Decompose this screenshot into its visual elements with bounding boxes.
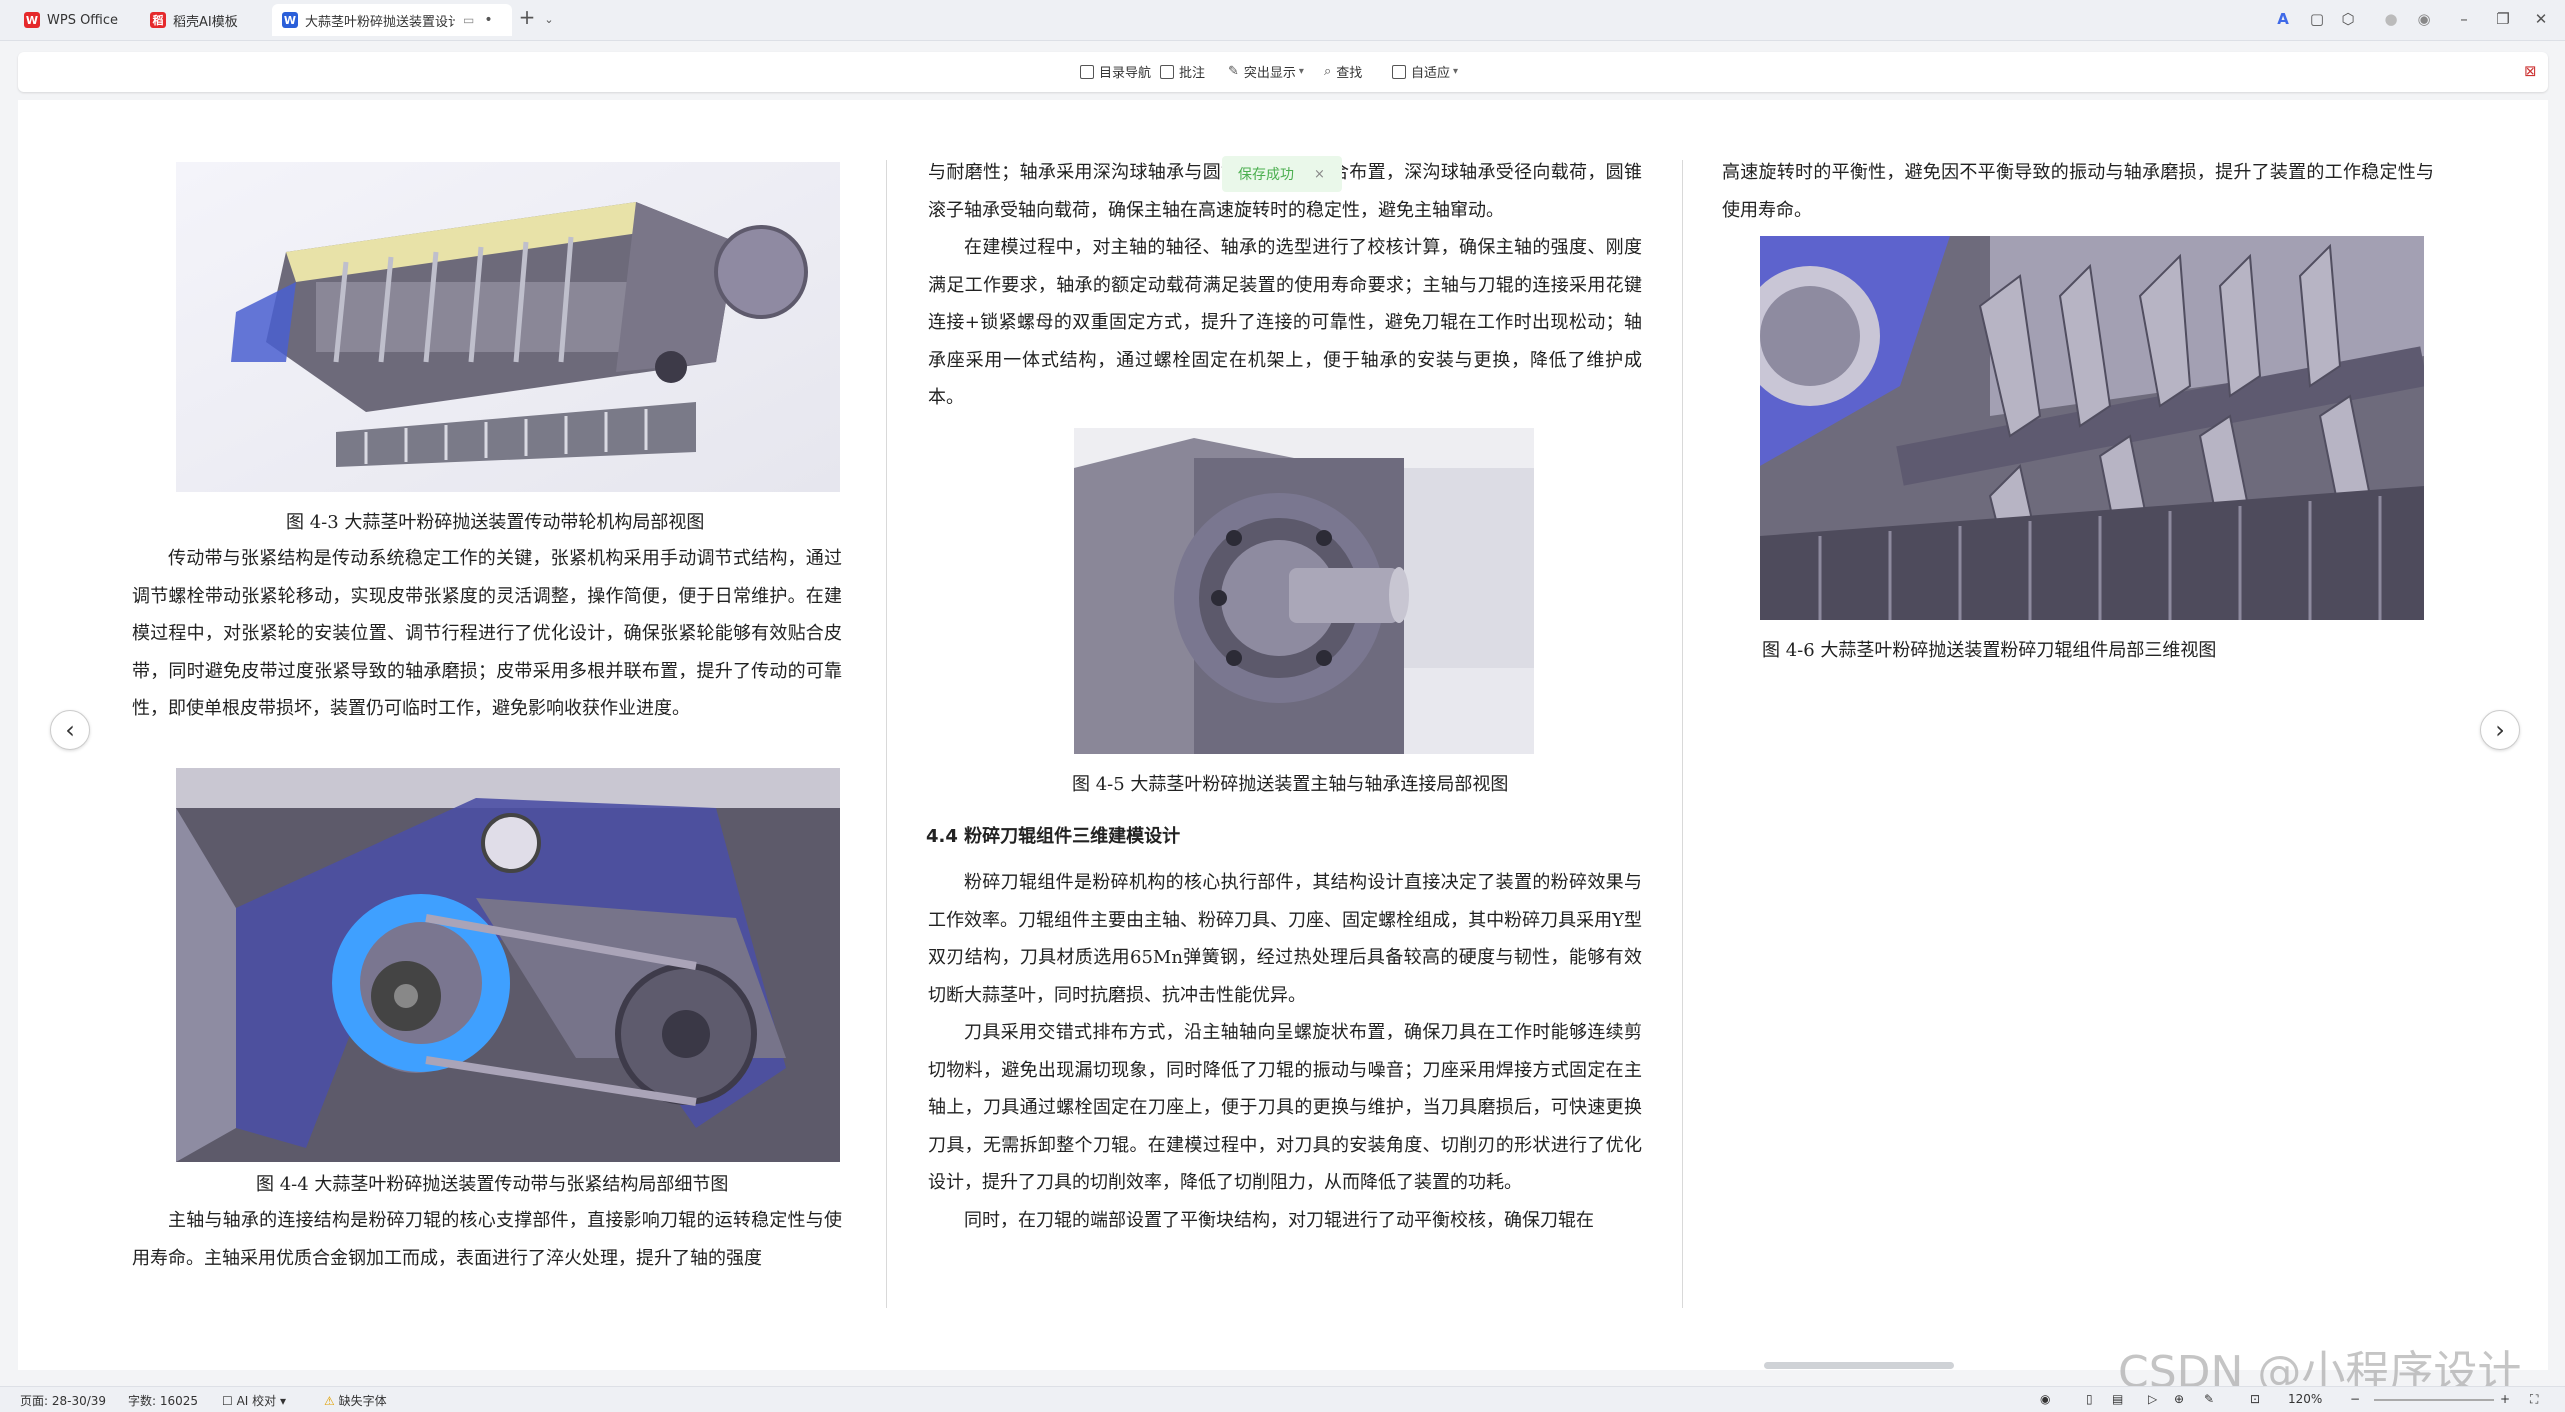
status-bar: 页面: 28-30/39 字数: 16025 ☐ AI 校对 ▾ ⚠ 缺失字体 … xyxy=(0,1386,2565,1412)
close-window-icon[interactable]: ✕ xyxy=(2530,10,2552,28)
close-tab-icon[interactable]: • xyxy=(484,12,492,28)
page-divider xyxy=(1682,160,1683,1308)
cube-icon[interactable]: ⬡ xyxy=(2337,10,2359,28)
paragraph: 传动带与张紧结构是传动系统稳定工作的关键，张紧机构采用手动调节式结构，通过调节螺… xyxy=(132,548,842,719)
chevron-down-icon: ▾ xyxy=(1453,66,1459,77)
chevron-left-icon: ‹ xyxy=(65,716,75,744)
figure-4-3-image xyxy=(176,162,840,492)
missing-font-label: 缺失字体 xyxy=(338,1394,387,1408)
fit-page-icon[interactable]: ⊡ xyxy=(2250,1392,2260,1406)
horizontal-scrollbar[interactable] xyxy=(1764,1362,1954,1369)
paragraph: 高速旋转时的平衡性，避免因不平衡导致的振动与轴承磨损，提升了装置的工作稳定性与使… xyxy=(1722,162,2434,221)
comment-button[interactable]: 批注 xyxy=(1160,62,1205,81)
paragraph: 同时，在刀辊的端部设置了平衡块结构，对刀辊进行了动平衡校核，确保刀辊在 xyxy=(964,1209,1594,1231)
tab-label: 稻壳AI模板 xyxy=(173,14,238,30)
figure-4-5-caption: 图 4-5 大蒜茎叶粉碎抛送装置主轴与轴承连接局部视图 xyxy=(1072,774,1509,795)
settings-icon[interactable]: ● xyxy=(2380,10,2402,28)
minimize-icon[interactable]: – xyxy=(2453,10,2475,28)
col2-paragraphs-top: 与耐磨性；轴承采用深沟球轴承与圆锥滚子轴承组合布置，深沟球轴承受径向载荷，圆锥滚… xyxy=(928,154,1642,417)
figure-4-6-caption: 图 4-6 大蒜茎叶粉碎抛送装置粉碎刀辊组件局部三维视图 xyxy=(1762,640,2217,661)
toc-icon xyxy=(1080,64,1094,79)
restore-icon[interactable]: ❐ xyxy=(2492,10,2514,28)
tab-label: WPS Office xyxy=(47,12,119,28)
wps-logo-icon: W xyxy=(24,12,40,28)
figure-4-6-image xyxy=(1760,236,2424,620)
docer-logo-icon: 稻 xyxy=(150,12,166,28)
outline-view-icon[interactable]: ▤ xyxy=(2112,1392,2123,1406)
fit-icon xyxy=(1392,64,1406,79)
tab-label: 大蒜茎叶粉碎抛送装置设计.d xyxy=(305,14,455,30)
pen-icon: ✎ xyxy=(1228,64,1239,79)
pen-icon[interactable]: ✎ xyxy=(2204,1392,2214,1406)
col2-paragraphs-bottom: 粉碎刀辊组件是粉碎机构的核心执行部件，其结构设计直接决定了装置的粉碎效果与工作效… xyxy=(928,864,1642,1239)
figure-4-5-image xyxy=(1074,428,1534,754)
missing-font-button[interactable]: ⚠ 缺失字体 xyxy=(324,1392,387,1409)
zoom-slider[interactable] xyxy=(2374,1399,2494,1401)
warning-icon: ⚠ xyxy=(324,1394,339,1408)
zoom-in-icon[interactable]: + xyxy=(2500,1392,2510,1406)
highlight-label: 突出显示 xyxy=(1243,66,1296,81)
toc-nav-button[interactable]: 目录导航 xyxy=(1080,62,1151,81)
col1-paragraph-2: 主轴与轴承的连接结构是粉碎刀辊的核心支撑部件，直接影响刀辊的运转稳定性与使用寿命… xyxy=(132,1202,842,1277)
chevron-right-icon: › xyxy=(2495,716,2505,744)
word-count[interactable]: 字数: 16025 xyxy=(128,1392,198,1409)
fit-button[interactable]: 自适应 ▾ xyxy=(1392,62,1458,81)
exit-reading-icon[interactable]: ⊠ xyxy=(2524,62,2537,80)
paragraph: 粉碎刀辊组件是粉碎机构的核心执行部件，其结构设计直接决定了装置的粉碎效果与工作效… xyxy=(928,872,1642,1006)
find-label: 查找 xyxy=(1336,66,1363,81)
paragraph: 刀具采用交错式排布方式，沿主轴轴向呈螺旋状布置，确保刀具在工作时能够连续剪切物料… xyxy=(928,1022,1642,1193)
web-view-icon[interactable]: ⊕ xyxy=(2174,1392,2184,1406)
figure-4-3-caption: 图 4-3 大蒜茎叶粉碎抛送装置传动带轮机构局部视图 xyxy=(286,512,705,533)
window-layout-icon[interactable]: ▢ xyxy=(2306,10,2328,28)
paragraph: 主轴与轴承的连接结构是粉碎刀辊的核心支撑部件，直接影响刀辊的运转稳定性与使用寿命… xyxy=(132,1210,842,1269)
tab-bar: W WPS Office 稻 稻壳AI模板 W 大蒜茎叶粉碎抛送装置设计.d ▭… xyxy=(0,0,2565,41)
new-tab-icon[interactable]: + xyxy=(516,5,538,29)
prev-page-button[interactable]: ‹ xyxy=(50,710,90,750)
section-heading-4-4: 4.4 粉碎刀辊组件三维建模设计 xyxy=(926,826,1181,847)
chevron-down-icon[interactable]: ⌄ xyxy=(538,13,560,26)
zoom-out-icon[interactable]: − xyxy=(2350,1392,2360,1406)
comment-label: 批注 xyxy=(1179,66,1206,81)
toast-text: 保存成功 xyxy=(1238,167,1294,183)
comment-icon xyxy=(1160,64,1174,79)
eye-icon[interactable]: ◉ xyxy=(2040,1392,2050,1406)
page-view-icon[interactable]: ▯ xyxy=(2086,1392,2093,1406)
tab-docer-ai[interactable]: 稻 稻壳AI模板 xyxy=(140,4,266,36)
ai-icon[interactable]: A xyxy=(2272,10,2294,28)
figure-4-4-image xyxy=(176,768,840,1162)
paragraph: 在建模过程中，对主轴的轴径、轴承的选型进行了校核计算，确保主轴的强度、刚度满足工… xyxy=(928,237,1642,408)
tab-wps-office[interactable]: W WPS Office xyxy=(14,4,138,36)
highlight-button[interactable]: ✎ 突出显示 ▾ xyxy=(1228,62,1304,81)
figure-4-4-caption: 图 4-4 大蒜茎叶粉碎抛送装置传动带与张紧结构局部细节图 xyxy=(256,1174,729,1195)
zoom-level[interactable]: 120% xyxy=(2288,1392,2322,1406)
ai-check-button[interactable]: ☐ AI 校对 ▾ xyxy=(222,1392,286,1409)
toc-label: 目录导航 xyxy=(1099,66,1152,81)
tab-document[interactable]: W 大蒜茎叶粉碎抛送装置设计.d ▭ • xyxy=(272,4,512,36)
fit-label: 自适应 xyxy=(1411,66,1451,81)
monitor-icon[interactable]: ▭ xyxy=(463,13,474,27)
check-icon: ☐ xyxy=(222,1394,237,1408)
word-doc-icon: W xyxy=(282,12,298,28)
avatar[interactable]: ◉ xyxy=(2413,10,2435,28)
page-count[interactable]: 页面: 28-30/39 xyxy=(20,1392,106,1409)
fullscreen-icon[interactable]: ⛶ xyxy=(2530,1392,2538,1407)
save-success-toast: 保存成功 × xyxy=(1222,156,1342,192)
next-page-button[interactable]: › xyxy=(2480,710,2520,750)
reading-toolbar: 目录导航 批注 ✎ 突出显示 ▾ ⌕ 查找 自适应 ▾ ⊠ xyxy=(18,52,2548,92)
chevron-down-icon: ▾ xyxy=(1298,66,1304,77)
col1-paragraph-1: 传动带与张紧结构是传动系统稳定工作的关键，张紧机构采用手动调节式结构，通过调节螺… xyxy=(132,540,842,728)
ai-check-label: AI 校对 xyxy=(236,1394,277,1408)
search-icon: ⌕ xyxy=(1324,64,1332,79)
col3-paragraph: 高速旋转时的平衡性，避免因不平衡导致的振动与轴承磨损，提升了装置的工作稳定性与使… xyxy=(1722,154,2434,229)
page-divider xyxy=(886,160,887,1308)
find-button[interactable]: ⌕ 查找 xyxy=(1324,62,1362,81)
close-icon[interactable]: × xyxy=(1314,167,1325,182)
play-icon[interactable]: ▷ xyxy=(2148,1392,2157,1406)
